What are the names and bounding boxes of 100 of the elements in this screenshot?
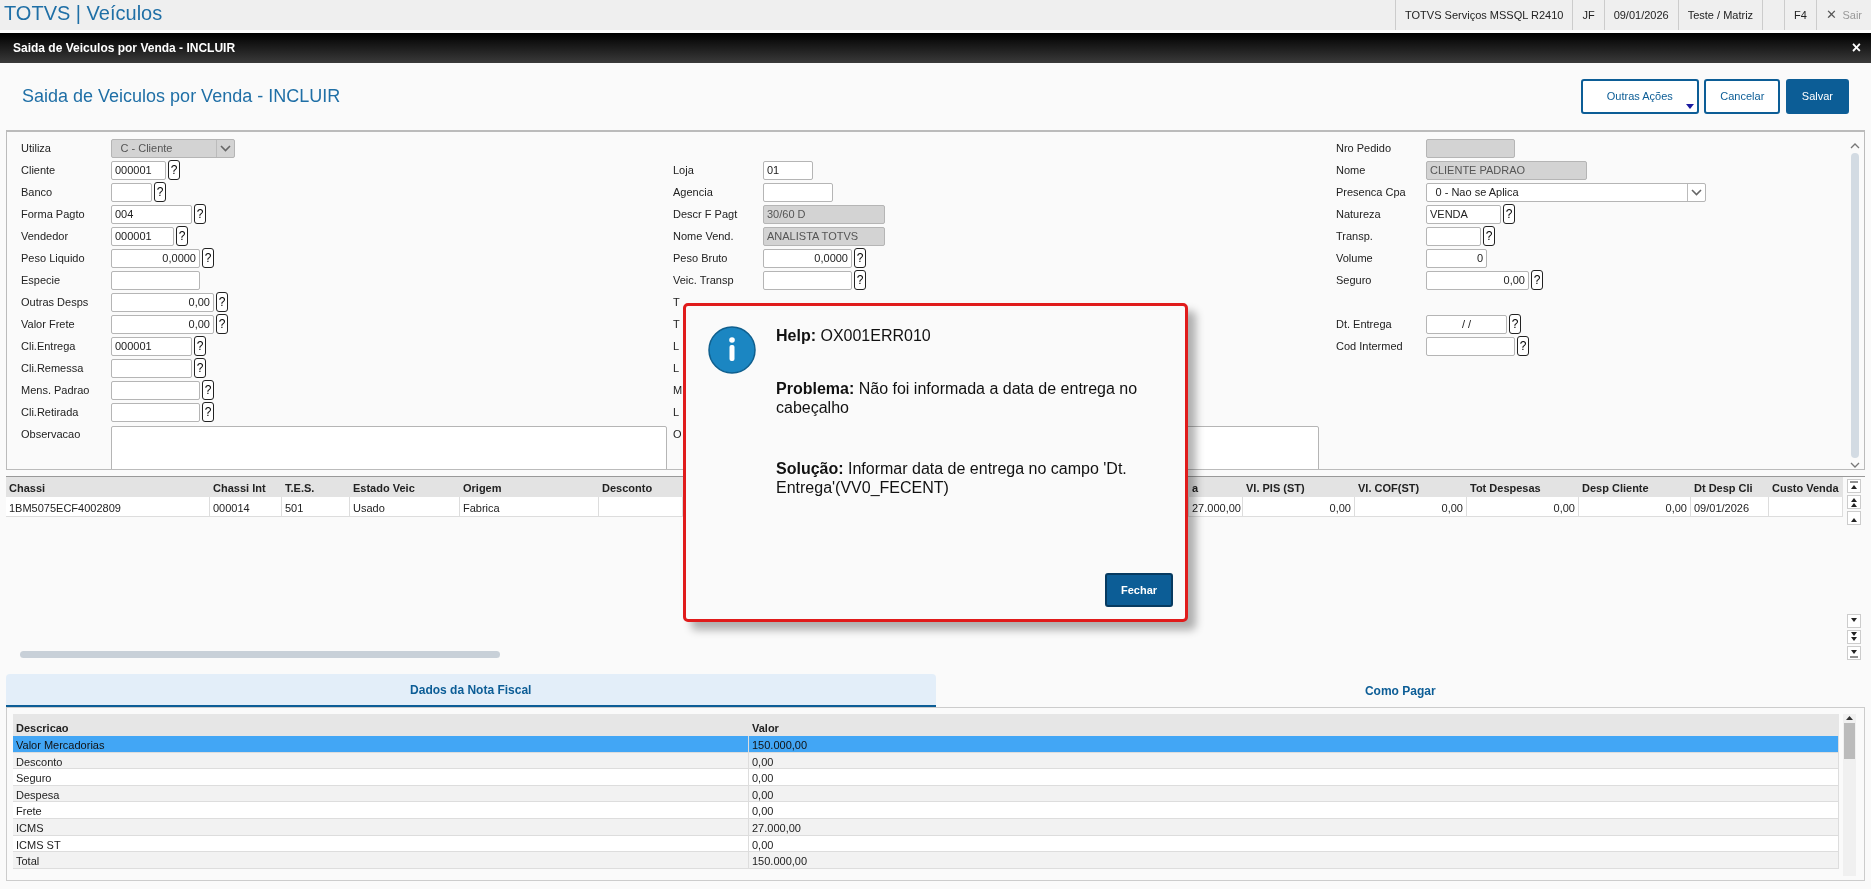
table-cell: Frete bbox=[13, 802, 749, 819]
field-label: Vendedor bbox=[21, 228, 70, 244]
field-label: Cod Intermed bbox=[1336, 338, 1404, 354]
table-cell: 0,00 bbox=[1355, 497, 1467, 517]
column-header[interactable]: Descricao bbox=[13, 714, 749, 736]
tab[interactable]: Dados da Nota Fiscal bbox=[6, 674, 936, 707]
input-field[interactable]: 0,0000 bbox=[111, 248, 200, 268]
scroll-bottom-button[interactable] bbox=[1847, 646, 1861, 660]
shortcut-button[interactable]: F4 bbox=[1784, 0, 1816, 30]
help-button[interactable]: ? bbox=[1531, 270, 1543, 290]
help-button[interactable]: ? bbox=[194, 204, 206, 224]
input-field[interactable]: 000001 bbox=[111, 160, 166, 180]
input-field[interactable]: 000001 bbox=[111, 226, 174, 246]
page-title: Saida de Veiculos por Venda - INCLUIR bbox=[22, 85, 341, 108]
field-label: L bbox=[673, 404, 681, 420]
help-button[interactable]: ? bbox=[176, 226, 188, 246]
input-field[interactable]: 01 bbox=[763, 160, 813, 180]
scroll-down-button[interactable] bbox=[1847, 614, 1861, 628]
help-button[interactable]: ? bbox=[202, 402, 214, 422]
column-header[interactable]: Desp Cliente bbox=[1579, 477, 1691, 497]
column-header[interactable]: Chassi Int bbox=[210, 477, 282, 497]
chevron-down-icon bbox=[1691, 188, 1702, 196]
column-header[interactable]: Tot Despesas bbox=[1467, 477, 1579, 497]
text-area[interactable] bbox=[111, 426, 667, 469]
column-header[interactable]: Valor bbox=[749, 714, 1839, 736]
help-button[interactable]: ? bbox=[1509, 314, 1521, 334]
help-button[interactable]: ? bbox=[194, 336, 206, 356]
field-label: Cli.Retirada bbox=[21, 404, 80, 420]
column-header[interactable]: VI. PIS (ST) bbox=[1243, 477, 1355, 497]
input-field[interactable] bbox=[111, 402, 200, 422]
input-field[interactable] bbox=[763, 182, 833, 202]
input-field[interactable] bbox=[1426, 226, 1481, 246]
field-label: T bbox=[673, 316, 681, 332]
input-field[interactable]: VENDA bbox=[1426, 204, 1501, 224]
help-button[interactable]: ? bbox=[1483, 226, 1495, 246]
input-field[interactable] bbox=[111, 270, 200, 290]
input-field[interactable]: 0,00 bbox=[111, 292, 214, 312]
scroll-up-button[interactable] bbox=[1847, 511, 1861, 525]
field-label: L bbox=[673, 338, 681, 354]
column-header[interactable]: VI. COF(ST) bbox=[1355, 477, 1467, 497]
help-button[interactable]: ? bbox=[1503, 204, 1515, 224]
scroll-down-icon[interactable] bbox=[1850, 462, 1860, 469]
input-field[interactable]: 0,00 bbox=[111, 314, 214, 334]
input-field[interactable] bbox=[111, 358, 192, 378]
help-button[interactable]: ? bbox=[194, 358, 206, 378]
page-up-button[interactable] bbox=[1847, 495, 1861, 509]
input-field[interactable] bbox=[111, 182, 152, 202]
cancel-button[interactable]: Cancelar bbox=[1704, 79, 1781, 114]
table-cell: Total bbox=[13, 852, 749, 869]
column-header[interactable]: Origem bbox=[460, 477, 599, 497]
input-field[interactable]: / / bbox=[1426, 314, 1507, 334]
column-header[interactable]: Custo Venda bbox=[1769, 477, 1843, 497]
status-item: Teste / Matriz bbox=[1677, 0, 1763, 30]
menu-button[interactable]: Outras Ações bbox=[1580, 79, 1699, 114]
field-label: Cli.Remessa bbox=[21, 360, 85, 376]
table-cell: 0,00 bbox=[749, 769, 1839, 786]
scroll-top-button[interactable] bbox=[1847, 479, 1861, 493]
help-button[interactable]: ? bbox=[854, 270, 866, 290]
table-cell: 0,00 bbox=[1243, 497, 1355, 517]
help-button[interactable]: ? bbox=[202, 380, 214, 400]
input-field[interactable]: 000001 bbox=[111, 336, 192, 356]
help-button[interactable]: ? bbox=[202, 248, 214, 268]
help-button[interactable]: ? bbox=[854, 248, 866, 268]
page-down-button[interactable] bbox=[1847, 630, 1861, 644]
input-field[interactable] bbox=[763, 270, 852, 290]
chevron-down-icon bbox=[220, 144, 231, 152]
help-button[interactable]: ? bbox=[216, 314, 228, 334]
column-header[interactable]: Chassi bbox=[6, 477, 210, 497]
help-button[interactable]: ? bbox=[1517, 336, 1529, 356]
help-button[interactable]: ? bbox=[216, 292, 228, 312]
column-header[interactable]: a bbox=[1189, 477, 1243, 497]
close-button[interactable]: × bbox=[1851, 36, 1861, 60]
field-label: T bbox=[673, 294, 681, 310]
save-button[interactable]: Salvar bbox=[1785, 79, 1849, 114]
help-button[interactable]: ? bbox=[168, 160, 180, 180]
dropdown-field[interactable]: 0 - Nao se Aplica bbox=[1426, 182, 1706, 202]
input-field[interactable] bbox=[111, 380, 200, 400]
table-cell: 150.000,00 bbox=[749, 852, 1839, 869]
status-item: 09/01/2026 bbox=[1603, 0, 1678, 30]
double-up-arrow-icon bbox=[1849, 497, 1859, 507]
column-header[interactable]: Desconto bbox=[599, 477, 683, 497]
input-field[interactable]: 0 bbox=[1426, 248, 1487, 268]
column-header[interactable]: Dt Desp Cli bbox=[1691, 477, 1769, 497]
scrollbar-thumb[interactable] bbox=[1851, 153, 1859, 458]
table-cell: 1BM5075ECF4002809 bbox=[6, 497, 210, 517]
solution-text: Solução: Informar data de entrega no campo 'Dt. Entrega'(VV0_FECENT) bbox=[776, 459, 1128, 497]
tab[interactable]: Como Pagar bbox=[935, 674, 1865, 707]
status-item: JF bbox=[1572, 0, 1604, 30]
close-button[interactable]: Fechar bbox=[1105, 573, 1173, 607]
table-cell: 0,00 bbox=[1579, 497, 1691, 517]
scrollbar-thumb[interactable] bbox=[20, 651, 500, 658]
input-field[interactable]: 0,00 bbox=[1426, 270, 1529, 290]
column-header[interactable]: Estado Veic bbox=[350, 477, 460, 497]
input-field[interactable]: 004 bbox=[111, 204, 192, 224]
scroll-up-icon[interactable] bbox=[1845, 714, 1854, 721]
input-field[interactable] bbox=[1426, 336, 1515, 356]
scrollbar-thumb[interactable] bbox=[1844, 723, 1855, 759]
column-header[interactable]: T.E.S. bbox=[282, 477, 350, 497]
input-field[interactable]: 0,0000 bbox=[763, 248, 852, 268]
help-button[interactable]: ? bbox=[154, 182, 166, 202]
